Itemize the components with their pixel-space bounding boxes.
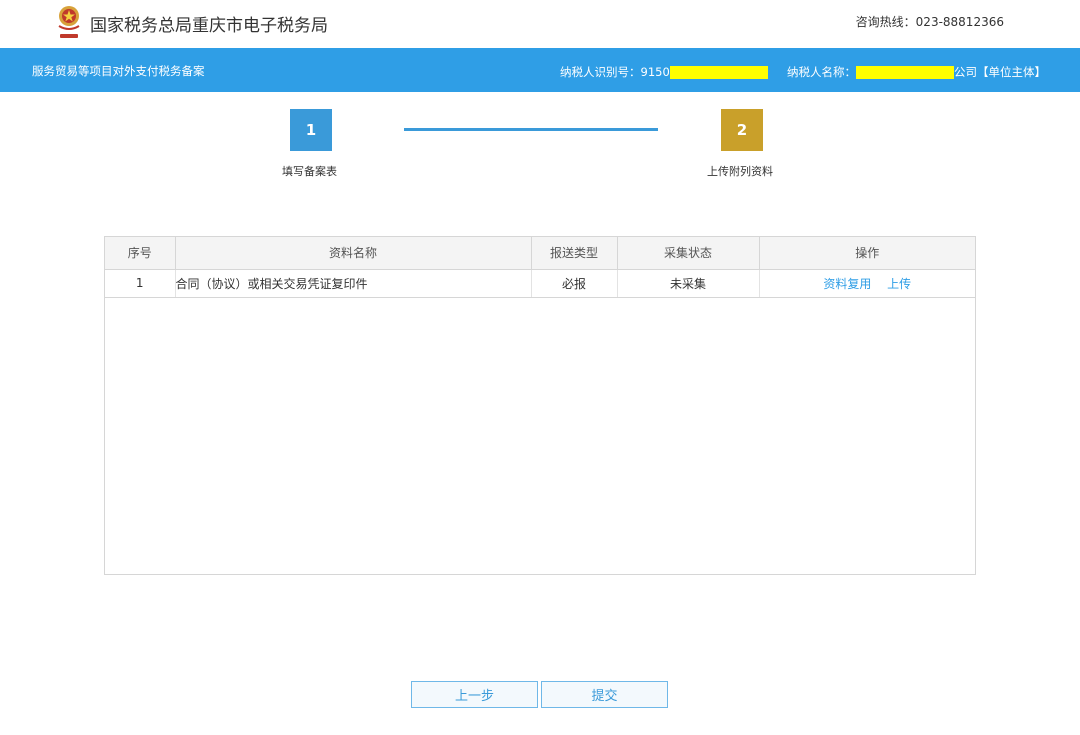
tax-emblem-icon — [58, 6, 80, 38]
row-doc-name: 合同（协议）或相关交易凭证复印件 — [175, 269, 532, 298]
breadcrumb: 服务贸易等项目对外支付税务备案 — [32, 64, 205, 78]
col-header-name: 资料名称 — [175, 237, 532, 270]
previous-step-button[interactable]: 上一步 — [411, 681, 538, 708]
reuse-link[interactable]: 资料复用 — [823, 277, 871, 291]
taxpayer-name: 纳税人名称： 公司【单位主体】 — [787, 64, 1046, 80]
submit-button[interactable]: 提交 — [541, 681, 668, 708]
taxpayer-name-suffix: 公司【单位主体】 — [954, 65, 1046, 79]
step-1-indicator: 1 — [290, 109, 332, 151]
col-header-status: 采集状态 — [617, 237, 760, 270]
upload-link[interactable]: 上传 — [887, 277, 911, 291]
row-index: 1 — [105, 269, 176, 298]
row-status: 未采集 — [617, 269, 760, 298]
site-title: 国家税务总局重庆市电子税务局 — [90, 16, 328, 36]
col-header-index: 序号 — [105, 237, 176, 270]
attachment-table: 序号 资料名称 报送类型 采集状态 操作 1 合同（协议）或相关交易凭证复印件 … — [104, 236, 976, 575]
step-2-label: 上传附列资料 — [707, 165, 773, 178]
row-submit-type: 必报 — [531, 269, 618, 298]
page-header: 国家税务总局重庆市电子税务局 咨询热线：023-88812366 — [0, 0, 1080, 48]
table-header-row: 序号 资料名称 报送类型 采集状态 操作 — [105, 237, 975, 270]
step-connector — [404, 128, 658, 131]
step-1-label: 填写备案表 — [282, 165, 337, 178]
redaction-mark — [669, 65, 768, 79]
info-bar: 服务贸易等项目对外支付税务备案 纳税人识别号：9150 纳税人名称： 公司【单位… — [0, 48, 1080, 92]
redaction-mark — [856, 65, 954, 79]
taxpayer-name-label: 纳税人名称： — [787, 65, 856, 79]
taxpayer-id-label: 纳税人识别号：9150 — [560, 65, 670, 79]
col-header-action: 操作 — [759, 237, 975, 270]
hotline-text: 咨询热线：023-88812366 — [855, 15, 1004, 29]
taxpayer-id: 纳税人识别号：9150 — [560, 64, 768, 80]
row-actions: 资料复用 上传 — [759, 269, 975, 298]
col-header-type: 报送类型 — [531, 237, 618, 270]
step-2-indicator: 2 — [721, 109, 763, 151]
table-row: 1 合同（协议）或相关交易凭证复印件 必报 未采集 资料复用 上传 — [105, 269, 975, 298]
